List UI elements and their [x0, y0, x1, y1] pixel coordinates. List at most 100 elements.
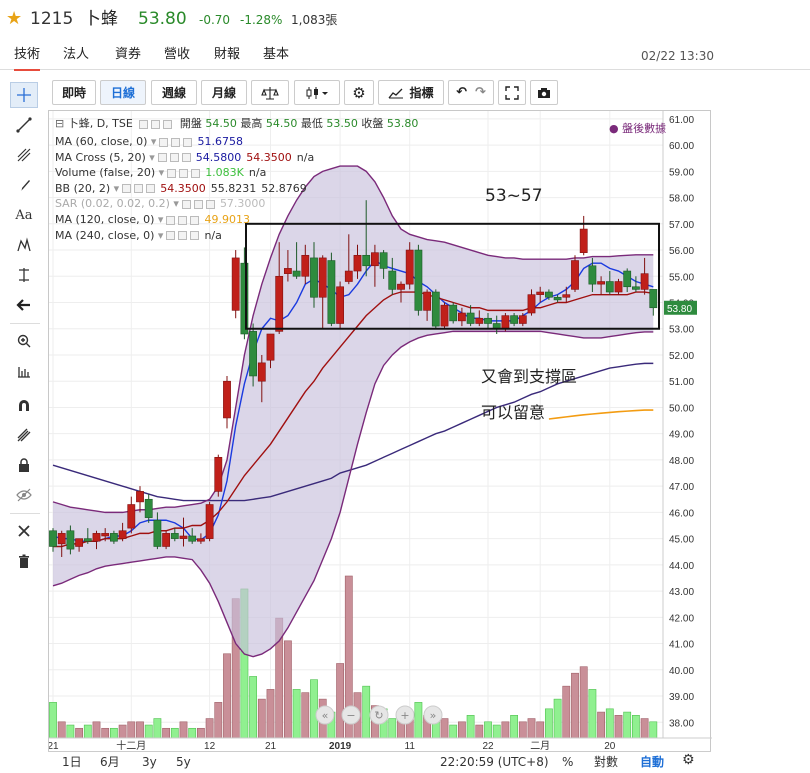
trendline-icon[interactable]: [10, 112, 38, 138]
legend-close-icon[interactable]: [191, 168, 201, 178]
volume-bar: [440, 718, 449, 739]
stock-symbol: 1215: [30, 9, 74, 29]
chevron-down-icon[interactable]: ▾: [110, 182, 120, 195]
log-toggle[interactable]: 對數: [594, 755, 618, 769]
magnet-icon[interactable]: [10, 392, 38, 418]
legend-close-icon[interactable]: [205, 199, 215, 209]
chevron-down-icon[interactable]: ▾: [155, 166, 165, 179]
brush-icon[interactable]: [10, 172, 38, 198]
collapse-icon[interactable]: ⊟: [55, 117, 64, 130]
candle-body: [205, 504, 214, 539]
legend-settings-icon[interactable]: [179, 168, 189, 178]
legend-settings-icon[interactable]: [134, 184, 144, 194]
legend-row-name: SAR (0.02, 0.02, 0.2): [55, 197, 170, 211]
legend-visibility-icon[interactable]: [157, 153, 167, 163]
candle-body: [579, 228, 588, 253]
tab-basic[interactable]: 基本: [263, 47, 289, 63]
legend-close-icon[interactable]: [181, 153, 191, 163]
camera-icon: [538, 87, 550, 98]
legend-value: 51.6758: [197, 135, 243, 148]
legend-settings-icon[interactable]: [151, 119, 161, 129]
snapshot-button[interactable]: [530, 80, 558, 105]
volume-bar: [257, 698, 266, 739]
candle-body: [49, 530, 57, 547]
undo-icon[interactable]: ↶: [456, 85, 467, 100]
legend-visibility-icon[interactable]: [166, 215, 176, 225]
legend-visibility-icon[interactable]: [166, 231, 176, 241]
monthly-button[interactable]: 月線: [201, 80, 247, 105]
candle-body: [344, 270, 353, 282]
x-tick-label: 21: [265, 741, 277, 751]
indicators-button[interactable]: 指標: [378, 80, 444, 105]
open-value: 54.50: [205, 117, 237, 130]
legend-close-icon[interactable]: [163, 119, 173, 129]
chevron-down-icon[interactable]: ▾: [170, 197, 179, 210]
chevron-down-icon[interactable]: ▾: [147, 135, 157, 148]
volume-bar: [118, 724, 127, 739]
legend-settings-icon[interactable]: [171, 137, 181, 147]
range-5y[interactable]: 5y: [176, 755, 191, 769]
settings-button[interactable]: ⚙: [344, 80, 374, 105]
lock-icon[interactable]: [10, 452, 38, 478]
text-icon[interactable]: Aa: [10, 202, 38, 228]
legend-close-icon[interactable]: [190, 231, 200, 241]
tab-margin[interactable]: 資券: [115, 47, 141, 63]
tab-institutional[interactable]: 法人: [63, 47, 89, 63]
tab-revenue[interactable]: 營收: [164, 47, 190, 63]
arrow-icon[interactable]: [10, 292, 38, 318]
compare-button[interactable]: [251, 80, 289, 105]
candle-body: [284, 268, 292, 274]
range-1d[interactable]: 1日: [62, 755, 82, 769]
chart-style-button[interactable]: [294, 80, 340, 105]
lock-draw-icon[interactable]: [10, 422, 38, 448]
trash-icon[interactable]: [10, 548, 38, 574]
tab-technical[interactable]: 技術: [14, 47, 41, 71]
tab-financials[interactable]: 財報: [214, 47, 240, 63]
zoom-icon[interactable]: [10, 328, 38, 354]
intraday-button[interactable]: 即時: [52, 80, 96, 105]
pattern-icon[interactable]: [10, 232, 38, 258]
measure-icon[interactable]: [10, 262, 38, 288]
price-chart-panel[interactable]: 38.00 39.00 40.00 41.00 42.00 43.00 44.00 45.00…: [48, 110, 712, 768]
candle-body: [292, 270, 301, 277]
crosshair-icon[interactable]: [10, 82, 38, 108]
chevron-down-icon[interactable]: ▾: [154, 229, 164, 242]
pitchfork-icon[interactable]: [10, 142, 38, 168]
stock-name: 卜蜂: [84, 9, 118, 29]
fullscreen-button[interactable]: [498, 80, 526, 105]
redo-icon[interactable]: ↷: [475, 85, 486, 100]
legend-settings-icon[interactable]: [178, 231, 188, 241]
volume-bar: [136, 721, 144, 739]
legend-visibility-icon[interactable]: [139, 119, 149, 129]
star-icon[interactable]: ★: [6, 9, 22, 29]
auto-scale-toggle[interactable]: 自動: [640, 755, 664, 769]
legend-close-icon[interactable]: [190, 215, 200, 225]
legend-settings-icon[interactable]: [193, 199, 203, 209]
daily-button[interactable]: 日線: [100, 80, 146, 105]
legend-settings-icon[interactable]: [178, 215, 188, 225]
range-3y[interactable]: 3y: [142, 755, 157, 769]
remove-tools-icon[interactable]: [10, 518, 38, 544]
y-tick-label: 47.00: [669, 482, 694, 493]
volume-bar: [197, 727, 205, 739]
range-6m[interactable]: 6月: [100, 755, 120, 769]
volume-bar: [144, 724, 153, 739]
hide-icon[interactable]: [10, 482, 38, 508]
legend-visibility-icon[interactable]: [167, 168, 177, 178]
chevron-down-icon[interactable]: ▾: [146, 151, 155, 164]
volume-bar: [623, 711, 632, 739]
chevron-down-icon[interactable]: ▾: [154, 213, 164, 226]
legend-visibility-icon[interactable]: [159, 137, 169, 147]
legend-close-icon[interactable]: [146, 184, 156, 194]
y-tick-label: 50.00: [669, 403, 694, 414]
legend-settings-icon[interactable]: [169, 153, 179, 163]
legend-visibility-icon[interactable]: [181, 199, 191, 209]
candle-body: [388, 270, 397, 290]
percent-toggle[interactable]: %: [562, 755, 573, 769]
legend-visibility-icon[interactable]: [122, 184, 132, 194]
legend-close-icon[interactable]: [183, 137, 193, 147]
scroll-control-icon: −: [346, 709, 355, 722]
ruler-icon[interactable]: [10, 358, 38, 384]
gear-icon[interactable]: ⚙: [682, 753, 695, 767]
weekly-button[interactable]: 週線: [151, 80, 197, 105]
